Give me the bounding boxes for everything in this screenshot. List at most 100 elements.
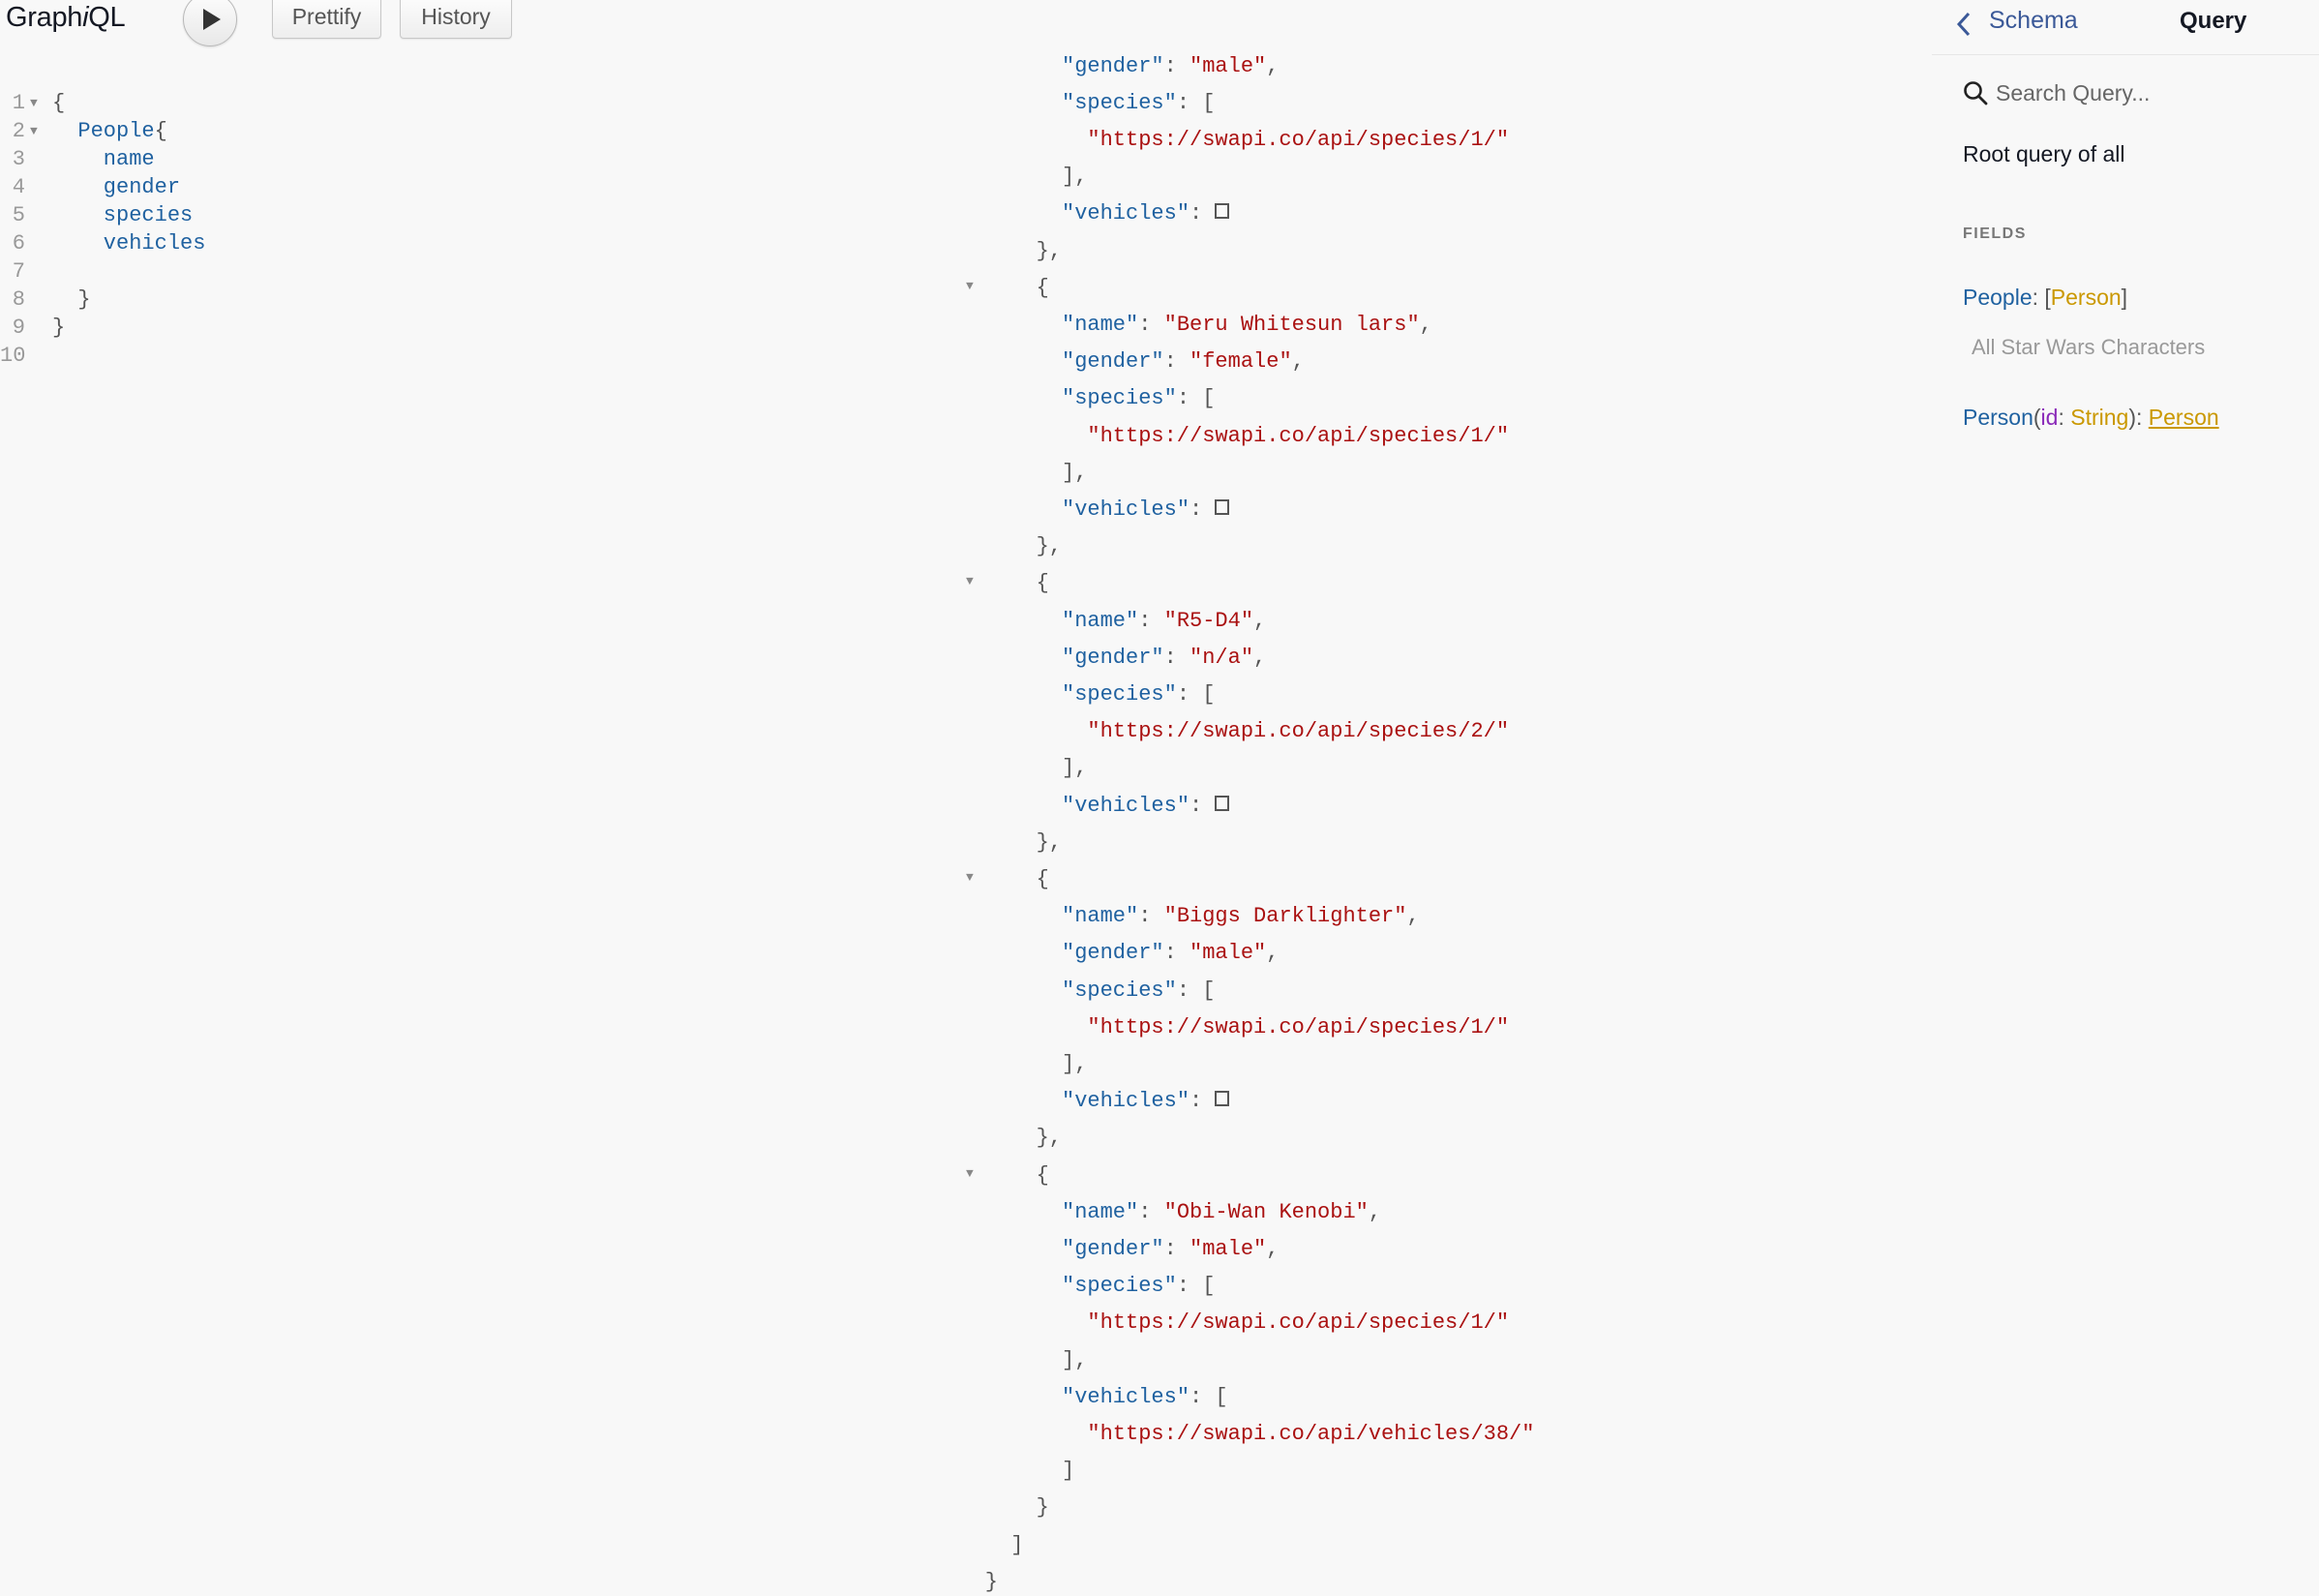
search-input[interactable] <box>1996 74 2286 112</box>
json-punct: : [ <box>1176 90 1216 115</box>
arg-type-link[interactable]: String <box>2070 405 2128 430</box>
json-punct: , <box>1253 608 1267 633</box>
prettify-button[interactable]: Prettify <box>272 0 381 39</box>
result-line: ], <box>1062 163 1087 191</box>
result-line: ], <box>1062 1346 1087 1374</box>
line-number: 6 <box>12 231 25 256</box>
fold-arrow-icon[interactable]: ▼ <box>30 117 38 145</box>
json-string: "n/a" <box>1190 645 1254 670</box>
line-number: 5 <box>12 203 25 227</box>
json-punct: ] <box>1062 1459 1075 1484</box>
play-icon <box>203 9 221 30</box>
json-punct: : [ <box>1190 1384 1228 1409</box>
result-line: "vehicles": <box>1062 792 1230 820</box>
json-punct: { <box>1036 866 1049 891</box>
json-punct: }, <box>1036 1126 1062 1151</box>
doc-title: Query <box>2180 8 2247 34</box>
field-type-link[interactable]: Person <box>2149 405 2219 430</box>
json-punct: }, <box>1036 829 1062 855</box>
fold-arrow-icon[interactable]: ▼ <box>966 870 974 885</box>
json-key: "species" <box>1062 386 1177 411</box>
line-number: 8 <box>12 287 25 312</box>
field-type-link[interactable]: Person <box>2051 285 2122 310</box>
json-punct: : <box>1163 53 1190 78</box>
field-name[interactable]: Person <box>1963 405 2033 430</box>
result-line: "vehicles": [ <box>1062 1383 1228 1411</box>
result-line: "name": "Beru Whitesun lars", <box>1062 311 1432 339</box>
result-line: "species": [ <box>1062 1272 1215 1300</box>
json-punct: : <box>1190 497 1216 522</box>
result-line: }, <box>1037 237 1062 265</box>
json-punct: : <box>1163 1236 1190 1261</box>
fold-arrow-icon[interactable]: ▼ <box>966 574 974 588</box>
json-punct: ] <box>1010 1532 1024 1557</box>
result-viewer: "gender": "male", "species": ["https://sw… <box>953 54 1921 1594</box>
field-name[interactable]: People <box>1963 285 2033 310</box>
field-person: Person(id: String): Person <box>1963 405 2219 430</box>
field-description: All Star Wars Characters <box>1972 335 2206 359</box>
json-punct: } <box>984 1569 998 1594</box>
history-button[interactable]: History <box>400 0 512 39</box>
json-string: "R5-D4" <box>1163 608 1254 633</box>
back-to-schema-link[interactable]: Schema <box>1989 7 2078 35</box>
empty-array-box <box>1215 795 1230 811</box>
json-key: "vehicles" <box>1062 497 1190 522</box>
chevron-left-icon[interactable] <box>1955 10 1973 39</box>
json-punct: , <box>1266 53 1280 78</box>
doc-explorer: Schema Query Root query of all FIELDS Pe… <box>1932 0 2319 1260</box>
result-line: "https://swapi.co/api/species/1/" <box>1087 126 1509 154</box>
fold-arrow-icon[interactable]: ▼ <box>966 279 974 293</box>
result-line: "species": [ <box>1062 89 1215 117</box>
json-punct: : [ <box>1176 386 1216 411</box>
json-punct: : <box>1138 312 1164 337</box>
query-editor[interactable]: 1 ▼ {2 ▼ People{3 name 4 gender 5 species 6 ve… <box>0 89 619 476</box>
result-line: ], <box>1062 754 1087 782</box>
result-line: "name": "Biggs Darklighter", <box>1062 902 1420 930</box>
json-punct: : <box>1190 1089 1216 1114</box>
json-key: "vehicles" <box>1062 201 1190 226</box>
fold-arrow-icon[interactable]: ▼ <box>30 89 38 117</box>
json-string: "Obi-Wan Kenobi" <box>1163 1199 1369 1224</box>
result-line: ] <box>1010 1531 1023 1559</box>
result-line: } <box>985 1568 998 1596</box>
result-line: { <box>1037 569 1049 597</box>
code-text: } <box>77 287 91 312</box>
json-string: "https://swapi.co/api/species/2/" <box>1087 719 1510 744</box>
result-line: "https://swapi.co/api/vehicles/38/" <box>1087 1420 1534 1448</box>
fold-arrow-icon[interactable]: ▼ <box>966 1166 974 1181</box>
json-punct: ], <box>1062 165 1088 190</box>
json-punct: }, <box>1036 238 1062 263</box>
json-punct: : <box>1163 941 1190 966</box>
result-line: "species": [ <box>1062 384 1215 412</box>
json-punct: : <box>1138 1199 1164 1224</box>
run-query-button[interactable] <box>183 0 237 46</box>
line-number: 7 <box>12 259 25 284</box>
code-text: { <box>52 91 66 115</box>
code-text: gender <box>52 175 181 199</box>
json-punct: ], <box>1062 460 1088 485</box>
json-key: "species" <box>1062 681 1177 707</box>
json-punct: } <box>1036 1495 1049 1521</box>
json-key: "name" <box>1062 608 1139 633</box>
result-line: "https://swapi.co/api/species/1/" <box>1087 1309 1509 1337</box>
line-number: 10 <box>0 344 26 368</box>
search-icon <box>1964 81 1988 105</box>
json-key: "gender" <box>1062 53 1164 78</box>
result-line: "gender": "male", <box>1062 52 1279 80</box>
result-line: ], <box>1062 1050 1087 1078</box>
result-line: }, <box>1037 1124 1062 1152</box>
result-line: ] <box>1062 1457 1074 1485</box>
result-line: "https://swapi.co/api/species/1/" <box>1087 422 1509 450</box>
result-line: "vehicles": <box>1062 496 1230 524</box>
json-string: "https://swapi.co/api/species/1/" <box>1087 1310 1510 1336</box>
line-number: 3 <box>12 147 25 171</box>
result-line: ], <box>1062 459 1087 487</box>
result-line: } <box>1037 1493 1049 1521</box>
result-line: { <box>1037 865 1049 893</box>
result-line: }, <box>1037 828 1062 857</box>
json-punct: ], <box>1062 1051 1088 1076</box>
result-line: "gender": "male", <box>1062 939 1279 967</box>
json-string: "Beru Whitesun lars" <box>1163 312 1420 337</box>
json-string: "female" <box>1190 349 1292 375</box>
result-line: { <box>1037 1161 1049 1189</box>
